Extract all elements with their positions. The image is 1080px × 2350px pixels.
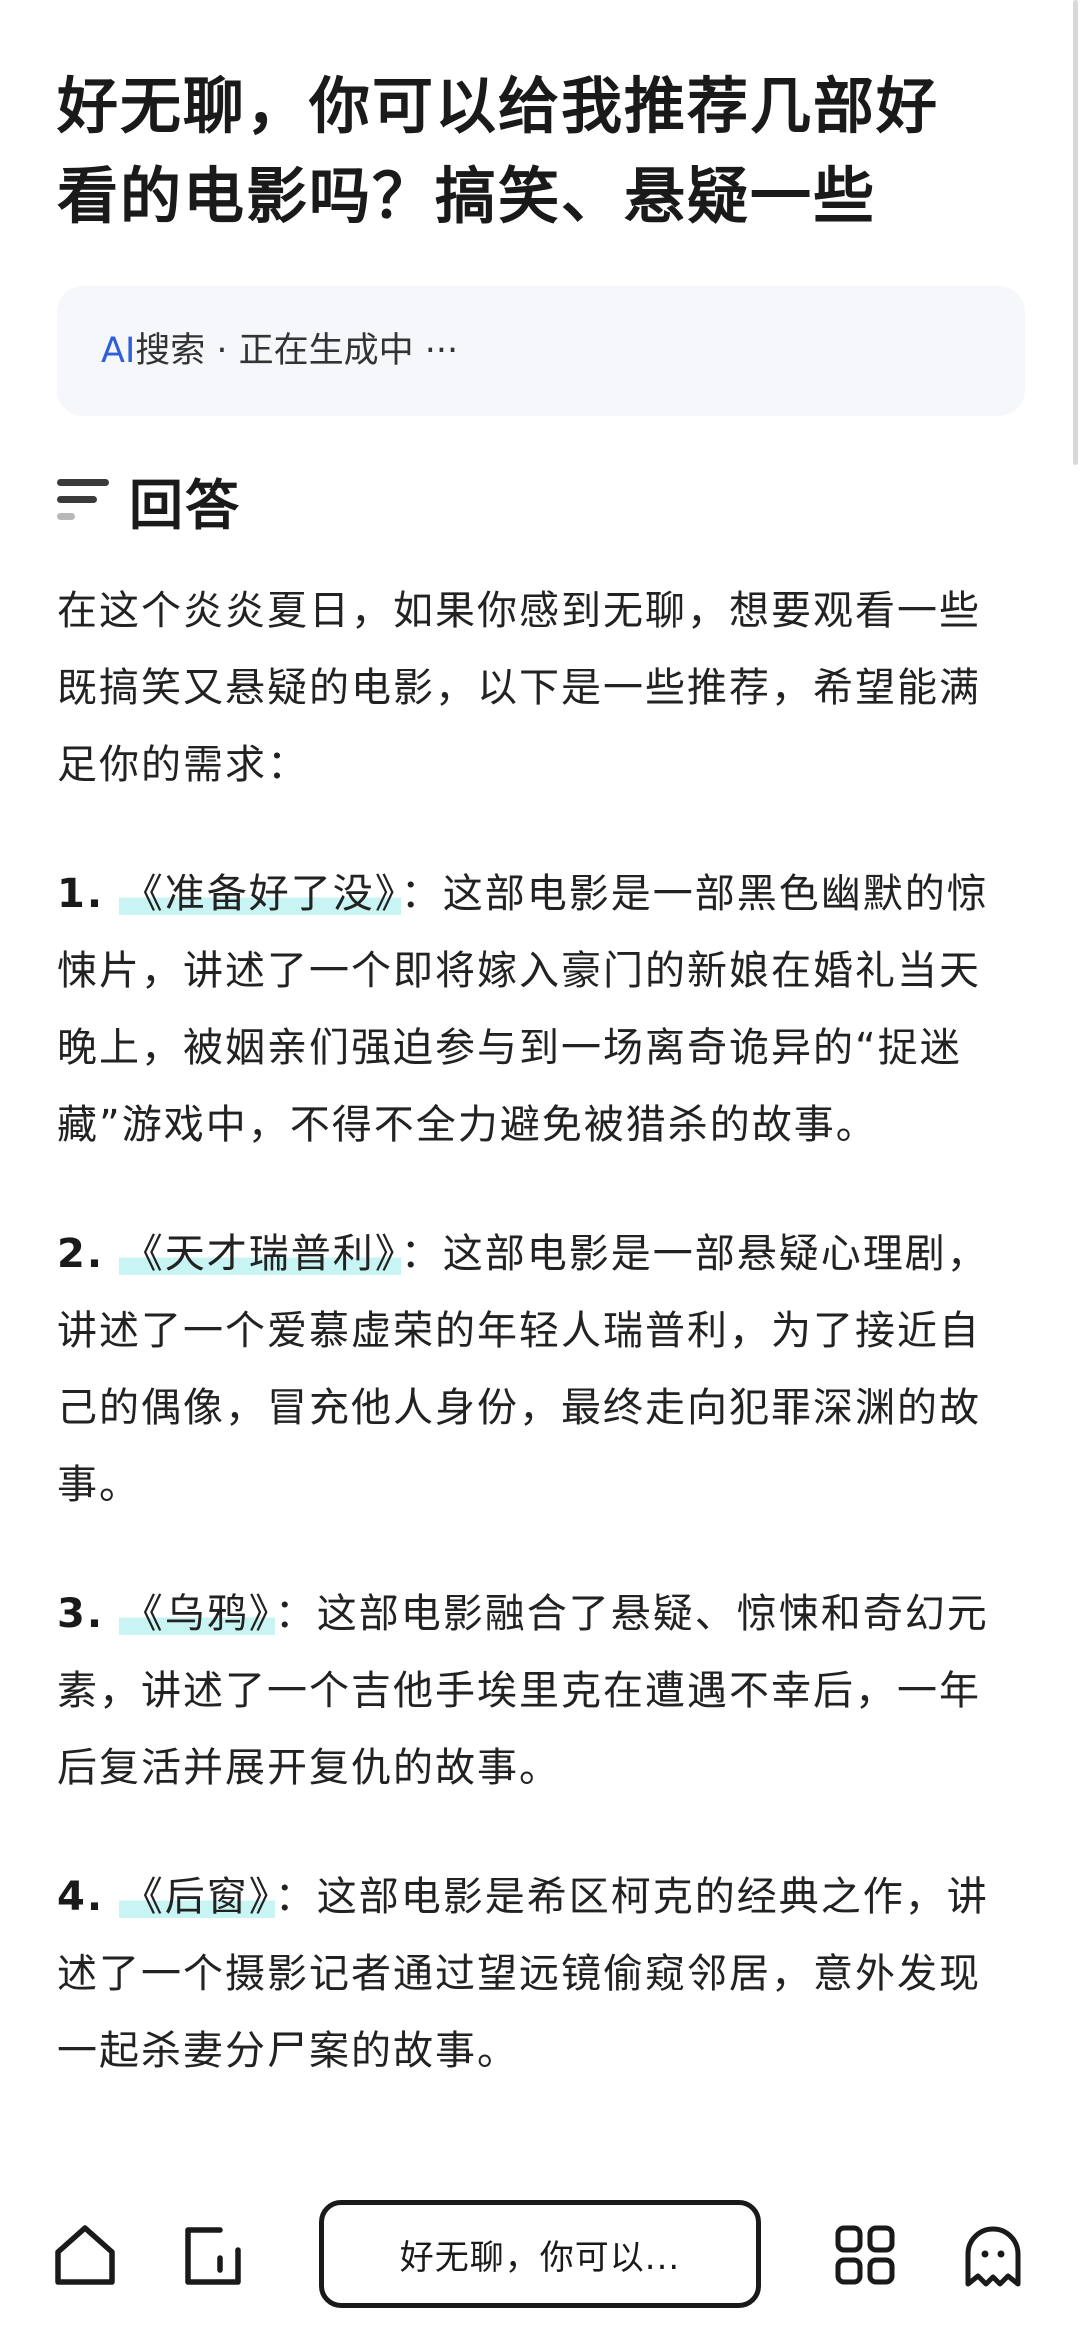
ai-search-status[interactable]: AI搜索 · 正在生成中 ···: [57, 286, 1025, 416]
item-number: 2.: [57, 1231, 105, 1277]
list-item: 2. 《天才瑞普利》 ：这部电影是一部悬疑心理剧，讲述了一个爱慕虚荣的年轻人瑞普利…: [57, 1216, 1022, 1524]
movie-title: 《准备好了没》: [118, 871, 401, 917]
item-number: 4.: [57, 1874, 105, 1920]
list-item: 1. 《准备好了没》 ：这部电影是一部黑色幽默的惊悚片，讲述了一个即将嫁入豪门的新…: [57, 856, 1022, 1164]
ai-label: AI: [101, 331, 136, 371]
ghost-icon[interactable]: [958, 2220, 1028, 2290]
item-number: 1.: [57, 871, 105, 917]
answer-intro: 在这个炎炎夏日，如果你感到无聊，想要观看一些既搞笑又悬疑的电影，以下是一些推荐，…: [57, 588, 981, 788]
generating-label: 正在生成中 ···: [238, 331, 459, 371]
bottom-bar: 好无聊，你可以...: [0, 2190, 1080, 2320]
note-icon[interactable]: [178, 2220, 248, 2290]
movie-title: 《后窗》: [118, 1874, 275, 1920]
question-line-2: 看的电影吗？搞笑、悬疑一些: [57, 161, 877, 232]
list-item: 4. 《后窗》 ：这部电影是希区柯克的经典之作，讲述了一个摄影记者通过望远镜偷窥邻…: [57, 1859, 1022, 2090]
chat-input-pill[interactable]: 好无聊，你可以...: [319, 2200, 761, 2308]
status-separator: ·: [205, 331, 239, 371]
list-item: 3. 《乌鸦》 ：这部电影融合了悬疑、惊悚和奇幻元素，讲述了一个吉他手埃里克在遭遇…: [57, 1576, 1022, 1807]
status-text: AI搜索 · 正在生成中 ···: [101, 326, 458, 376]
input-preview-text: 好无聊，你可以...: [399, 2237, 681, 2278]
search-label: 搜索: [135, 331, 206, 371]
question-title: 好无聊，你可以给我推荐几部好 看的电影吗？搞笑、悬疑一些: [57, 62, 1017, 242]
item-number: 3.: [57, 1591, 105, 1637]
answer-header: 回答: [57, 464, 241, 537]
answer-content: 在这个炎炎夏日，如果你感到无聊，想要观看一些既搞笑又悬疑的电影，以下是一些推荐，…: [57, 573, 1022, 2142]
apps-icon[interactable]: [830, 2220, 900, 2290]
movie-title: 《天才瑞普利》: [118, 1231, 401, 1277]
home-icon[interactable]: [50, 2220, 120, 2290]
question-line-1: 好无聊，你可以给我推荐几部好: [57, 71, 940, 142]
answer-list-icon: [57, 476, 109, 524]
movie-title: 《乌鸦》: [118, 1591, 275, 1637]
scrollbar[interactable]: [1073, 0, 1078, 465]
answer-title: 回答: [129, 473, 241, 537]
